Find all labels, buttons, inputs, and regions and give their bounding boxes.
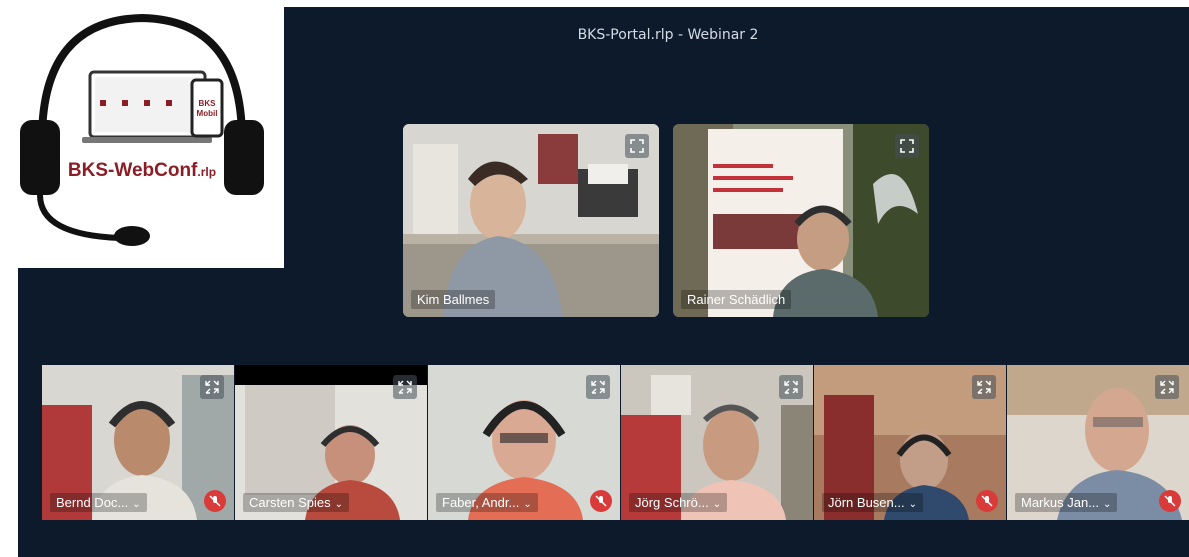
muted-mic-icon [1159, 490, 1181, 512]
participant-name[interactable]: Bernd Doc... ⌄ [50, 493, 147, 512]
expand-icon[interactable] [586, 375, 610, 399]
chevron-down-icon: ⌄ [523, 499, 532, 510]
participant-tile[interactable]: Jörg Schrö... ⌄ [621, 365, 813, 520]
muted-mic-icon [204, 490, 226, 512]
spotlight-tile-kim[interactable]: Kim Ballmes [403, 124, 659, 317]
expand-icon[interactable] [200, 375, 224, 399]
bottom-bar [18, 522, 1189, 557]
participant-tile[interactable]: Carsten Spies ⌄ [235, 365, 427, 520]
logo-text: BKS-WebConf.rlp [68, 160, 216, 181]
participant-name: Rainer Schädlich [681, 290, 792, 309]
chevron-down-icon: ⌄ [334, 499, 344, 510]
expand-icon[interactable] [625, 134, 649, 158]
participant-name[interactable]: Carsten Spies ⌄ [243, 493, 350, 512]
meeting-title: BKS-Portal.rlp - Webinar 2 [577, 27, 759, 43]
participant-tile[interactable]: Markus Jan... ⌄ [1007, 365, 1189, 520]
video-feed [673, 124, 929, 317]
expand-icon[interactable] [895, 134, 919, 158]
participant-tile[interactable]: Faber, Andr... ⌄ [428, 365, 620, 520]
expand-icon[interactable] [972, 375, 996, 399]
chevron-down-icon: ⌄ [132, 499, 141, 510]
logo-device-label: BKS [199, 99, 217, 108]
chevron-down-icon: ⌄ [908, 499, 917, 510]
expand-icon[interactable] [779, 375, 803, 399]
muted-mic-icon [590, 490, 612, 512]
expand-icon[interactable] [393, 375, 417, 399]
participant-name[interactable]: Jörg Schrö... ⌄ [629, 493, 728, 512]
participant-name[interactable]: Faber, Andr... ⌄ [436, 493, 538, 512]
muted-mic-icon [976, 490, 998, 512]
video-feed [403, 124, 659, 317]
bks-webconf-logo: BKS Mobil BKS-WebConf.rlp [0, 0, 284, 268]
expand-icon[interactable] [1155, 375, 1179, 399]
participant-name: Kim Ballmes [411, 290, 496, 309]
spotlight-tile-rainer[interactable]: Rainer Schädlich [673, 124, 929, 317]
chevron-down-icon: ⌄ [712, 499, 722, 510]
participant-tile[interactable]: Bernd Doc... ⌄ [42, 365, 234, 520]
chevron-down-icon: ⌄ [1103, 499, 1112, 510]
participant-name[interactable]: Markus Jan... ⌄ [1015, 493, 1118, 512]
svg-text:Mobil: Mobil [197, 109, 218, 118]
participant-name[interactable]: Jörn Busen... ⌄ [822, 493, 923, 512]
participant-tile[interactable]: Jörn Busen... ⌄ [814, 365, 1006, 520]
